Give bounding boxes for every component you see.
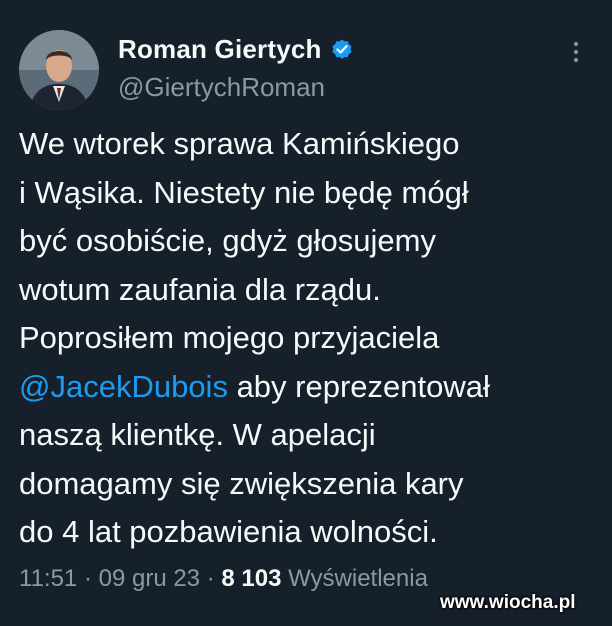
tweet-text: We wtorek sprawa Kamińskiego i Wąsika. N… (19, 120, 599, 557)
author-name[interactable]: Roman Giertych (118, 34, 322, 65)
tweet-time[interactable]: 11:51 (19, 565, 77, 592)
views-label: Wyświetlenia (281, 565, 428, 592)
tweet-line: domagamy się zwiększenia kary (19, 465, 464, 501)
tweet-line: @JacekDubois aby reprezentował (19, 363, 599, 412)
mention-link[interactable]: @JacekDubois (19, 369, 228, 404)
tweet-line: i Wąsika. Niestety nie będę mógł (19, 174, 469, 210)
tweet-card: Roman Giertych @GiertychRoman We wtorek … (0, 0, 612, 626)
author-handle[interactable]: @GiertychRoman (118, 72, 325, 103)
watermark: www.wiocha.pl (440, 592, 576, 613)
author-name-row[interactable]: Roman Giertych (118, 34, 354, 65)
tweet-line: do 4 lat pozbawienia wolności. (19, 514, 438, 549)
avatar[interactable] (19, 30, 99, 110)
verified-badge-icon (330, 38, 354, 62)
tweet-meta: 11:51 · 09 gru 23 · 8 103 Wyświetlenia (19, 565, 428, 593)
tweet-date[interactable]: 09 gru 23 (99, 565, 200, 592)
more-options-icon[interactable] (574, 42, 580, 66)
meta-separator: · (77, 565, 99, 592)
tweet-line: być osobiście, gdyż głosujemy (19, 223, 436, 258)
views-count: 8 103 (221, 565, 282, 592)
tweet-line-rest: aby reprezentował (227, 368, 490, 404)
avatar-photo-icon (19, 30, 99, 110)
meta-separator: · (200, 565, 222, 592)
tweet-line: Poprosiłem mojego przyjaciela (19, 320, 440, 355)
tweet-line: We wtorek sprawa Kamińskiego (19, 126, 460, 161)
tweet-line: wotum zaufania dla rządu. (19, 271, 381, 307)
tweet-line: naszą klientkę. W apelacji (19, 417, 376, 452)
